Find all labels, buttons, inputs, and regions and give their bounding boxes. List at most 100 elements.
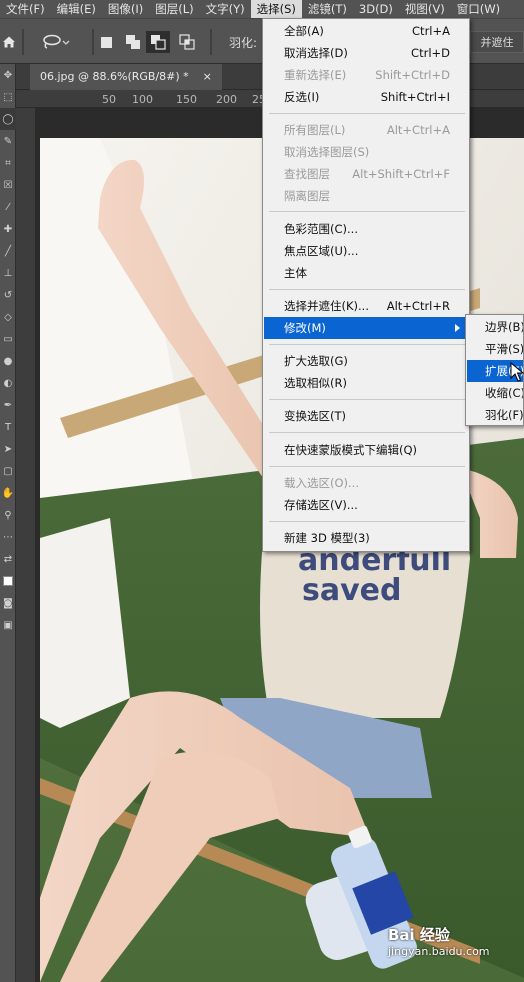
select-and-mask-button[interactable]: 并遮住 xyxy=(470,31,524,53)
ruler-tick: 200 xyxy=(216,93,237,106)
color-swap-icon[interactable]: ⇄ xyxy=(0,548,16,570)
shape-tool-icon[interactable]: ▢ xyxy=(0,460,16,482)
watermark-logo-text: Bai 经验 xyxy=(388,926,450,944)
add-to-selection-icon[interactable] xyxy=(122,31,144,53)
menu-item-subject[interactable]: 主体 xyxy=(264,262,468,284)
menu-item-save-selection[interactable]: 存储选区(V)... xyxy=(264,494,468,516)
menu-item-modify[interactable]: 修改(M) xyxy=(264,317,468,339)
subtract-from-selection-icon[interactable] xyxy=(146,31,170,53)
menu-type[interactable]: 文字(Y) xyxy=(200,0,251,18)
submenu-item-border[interactable]: 边界(B)... xyxy=(467,316,523,338)
menu-select[interactable]: 选择(S) xyxy=(250,0,302,18)
submenu-item-contract[interactable]: 收缩(C)... xyxy=(467,382,523,404)
menu-file[interactable]: 文件(F) xyxy=(0,0,51,18)
menu-item-similar[interactable]: 选取相似(R) xyxy=(264,372,468,394)
pen-tool-icon[interactable]: ✒ xyxy=(0,394,16,416)
divider xyxy=(92,29,94,55)
menu-layer[interactable]: 图层(L) xyxy=(149,0,199,18)
submenu-item-feather[interactable]: 羽化(F)... xyxy=(467,404,523,425)
document-tab-title: 06.jpg @ 88.6%(RGB/8#) * xyxy=(40,70,189,83)
menu-separator xyxy=(269,432,465,433)
menu-item-quick-mask[interactable]: 在快速蒙版模式下编辑(Q) xyxy=(264,439,468,461)
menu-3d[interactable]: 3D(D) xyxy=(353,0,399,18)
screen-mode-icon[interactable]: ▣ xyxy=(0,614,16,636)
path-select-tool-icon[interactable]: ➤ xyxy=(0,438,16,460)
stamp-tool-icon[interactable]: ⊥ xyxy=(0,262,16,284)
intersect-selection-icon[interactable] xyxy=(176,31,198,53)
gradient-tool-icon[interactable]: ▭ xyxy=(0,328,16,350)
menu-item-label: 焦点区域(U)... xyxy=(284,244,359,258)
menu-item-new-3d-model[interactable]: 新建 3D 模型(3) xyxy=(264,527,468,549)
menu-item-shortcut: Shift+Ctrl+I xyxy=(380,90,450,104)
mouse-cursor-icon xyxy=(510,362,524,382)
menu-item-label: 在快速蒙版模式下编辑(Q) xyxy=(284,443,418,457)
menu-item-label: 重新选择(E) xyxy=(284,68,347,82)
marquee-tool-icon[interactable]: ⬚ xyxy=(0,86,16,108)
eraser-tool-icon[interactable]: ◇ xyxy=(0,306,16,328)
menu-item-focus-area[interactable]: 焦点区域(U)... xyxy=(264,240,468,262)
new-selection-icon[interactable] xyxy=(98,31,114,53)
healing-tool-icon[interactable]: ✚ xyxy=(0,218,16,240)
type-tool-icon[interactable]: T xyxy=(0,416,16,438)
menu-item-label: 查找图层 xyxy=(284,167,330,181)
zoom-tool-icon[interactable]: ⚲ xyxy=(0,504,16,526)
menu-item-grow[interactable]: 扩大选取(G) xyxy=(264,350,468,372)
quick-mask-icon[interactable]: ◙ xyxy=(0,592,16,614)
dodge-tool-icon[interactable]: ◐ xyxy=(0,372,16,394)
menu-item-select-and-mask[interactable]: 选择并遮住(K)... Alt+Ctrl+R xyxy=(264,295,468,317)
select-menu-dropdown: 全部(A) Ctrl+A 取消选择(D) Ctrl+D 重新选择(E) Shift+C… xyxy=(262,18,470,552)
menu-item-label: 变换选区(T) xyxy=(284,409,346,423)
history-brush-icon[interactable]: ↺ xyxy=(0,284,16,306)
menu-item-label: 修改(M) xyxy=(284,321,326,335)
menu-item-label: 扩大选取(G) xyxy=(284,354,348,368)
menu-item-color-range[interactable]: 色彩范围(C)... xyxy=(264,218,468,240)
menu-separator xyxy=(269,113,465,114)
home-icon[interactable] xyxy=(0,31,18,53)
menu-item-transform-selection[interactable]: 变换选区(T) xyxy=(264,405,468,427)
menu-item-label: 选取相似(R) xyxy=(284,376,347,390)
menu-item-shortcut: Shift+Ctrl+D xyxy=(375,68,450,82)
menu-item-label: 选择并遮住(K)... xyxy=(284,299,369,313)
lasso-tool-preset-icon[interactable] xyxy=(36,31,76,53)
menu-edit[interactable]: 编辑(E) xyxy=(51,0,102,18)
menu-item-shortcut: Alt+Ctrl+A xyxy=(386,123,450,137)
menu-item-label: 隔离图层 xyxy=(284,189,330,203)
menu-window[interactable]: 窗口(W) xyxy=(451,0,506,18)
menu-item-all-layers: 所有图层(L) Alt+Ctrl+A xyxy=(264,119,468,141)
menu-item-select-all[interactable]: 全部(A) Ctrl+A xyxy=(264,20,468,42)
menu-item-label: 存储选区(V)... xyxy=(284,498,358,512)
menu-view[interactable]: 视图(V) xyxy=(399,0,451,18)
menu-item-isolate-layers: 隔离图层 xyxy=(264,185,468,207)
quick-select-tool-icon[interactable]: ✎ xyxy=(0,130,16,152)
menu-item-shortcut: Alt+Shift+Ctrl+F xyxy=(352,167,450,181)
menu-separator xyxy=(269,399,465,400)
document-tab[interactable]: 06.jpg @ 88.6%(RGB/8#) * × xyxy=(30,64,222,90)
menu-filter[interactable]: 滤镜(T) xyxy=(302,0,353,18)
foreground-color-swatch[interactable] xyxy=(0,570,16,592)
lasso-tool-icon[interactable]: ◯ xyxy=(0,108,16,130)
menu-item-inverse[interactable]: 反选(I) Shift+Ctrl+I xyxy=(264,86,468,108)
menu-separator xyxy=(269,344,465,345)
eyedropper-tool-icon[interactable]: ⁄ xyxy=(0,196,16,218)
ruler-tick: 50 xyxy=(102,93,116,106)
submenu-item-smooth[interactable]: 平滑(S)... xyxy=(467,338,523,360)
watermark: Bai 经验 jingyan.baidu.com xyxy=(388,924,490,958)
tools-panel: ✥ ⬚ ◯ ✎ ⌗ ☒ ⁄ ✚ ╱ ⊥ ↺ ◇ ▭ ● ◐ ✒ T ➤ ▢ ✋ … xyxy=(0,64,16,982)
menu-item-label: 新建 3D 模型(3) xyxy=(284,531,370,545)
brush-tool-icon[interactable]: ╱ xyxy=(0,240,16,262)
close-tab-icon[interactable]: × xyxy=(203,64,212,90)
blur-tool-icon[interactable]: ● xyxy=(0,350,16,372)
menu-item-label: 色彩范围(C)... xyxy=(284,222,358,236)
hand-tool-icon[interactable]: ✋ xyxy=(0,482,16,504)
move-tool-icon[interactable]: ✥ xyxy=(0,64,16,86)
menu-item-label: 取消选择图层(S) xyxy=(284,145,370,159)
menu-item-label: 载入选区(O)... xyxy=(284,476,359,490)
menu-separator xyxy=(269,521,465,522)
crop-tool-icon[interactable]: ⌗ xyxy=(0,152,16,174)
frame-tool-icon[interactable]: ☒ xyxy=(0,174,16,196)
more-tools-icon[interactable]: ⋯ xyxy=(0,526,16,548)
menu-image[interactable]: 图像(I) xyxy=(102,0,149,18)
menu-item-reselect: 重新选择(E) Shift+Ctrl+D xyxy=(264,64,468,86)
menu-item-deselect[interactable]: 取消选择(D) Ctrl+D xyxy=(264,42,468,64)
menu-bar: 文件(F) 编辑(E) 图像(I) 图层(L) 文字(Y) 选择(S) 滤镜(T… xyxy=(0,0,524,18)
